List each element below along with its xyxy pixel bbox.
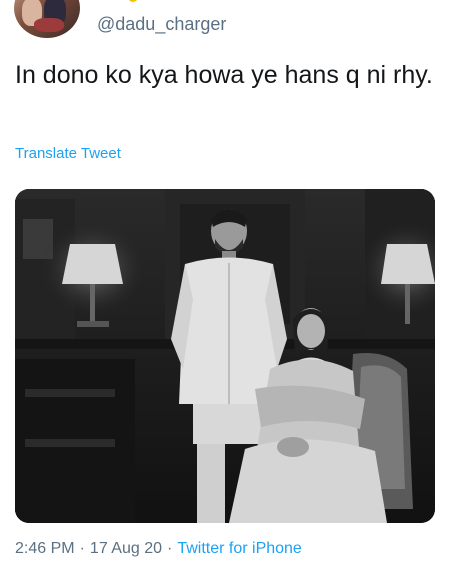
tweet-text: In dono ko kya howa ye hans q ni rhy. [15,61,433,89]
meta-separator: · [79,540,85,557]
photo-image [15,189,435,523]
tweet-source-link[interactable]: Twitter for iPhone [177,540,302,557]
meta-separator: · [167,540,173,557]
tweet-time[interactable]: 2:46 PM [15,540,75,557]
avatar[interactable] [14,0,80,38]
emoji-fragment-icon [128,0,138,2]
avatar-figure-bottom [34,18,64,32]
translate-tweet-link[interactable]: Translate Tweet [15,145,121,162]
tweet-date[interactable]: 17 Aug 20 [90,540,162,557]
tweet-meta: 2:46 PM · 17 Aug 20 · Twitter for iPhone [15,540,302,558]
user-handle[interactable]: @dadu_charger [97,14,226,35]
tweet-photo[interactable] [15,189,435,523]
